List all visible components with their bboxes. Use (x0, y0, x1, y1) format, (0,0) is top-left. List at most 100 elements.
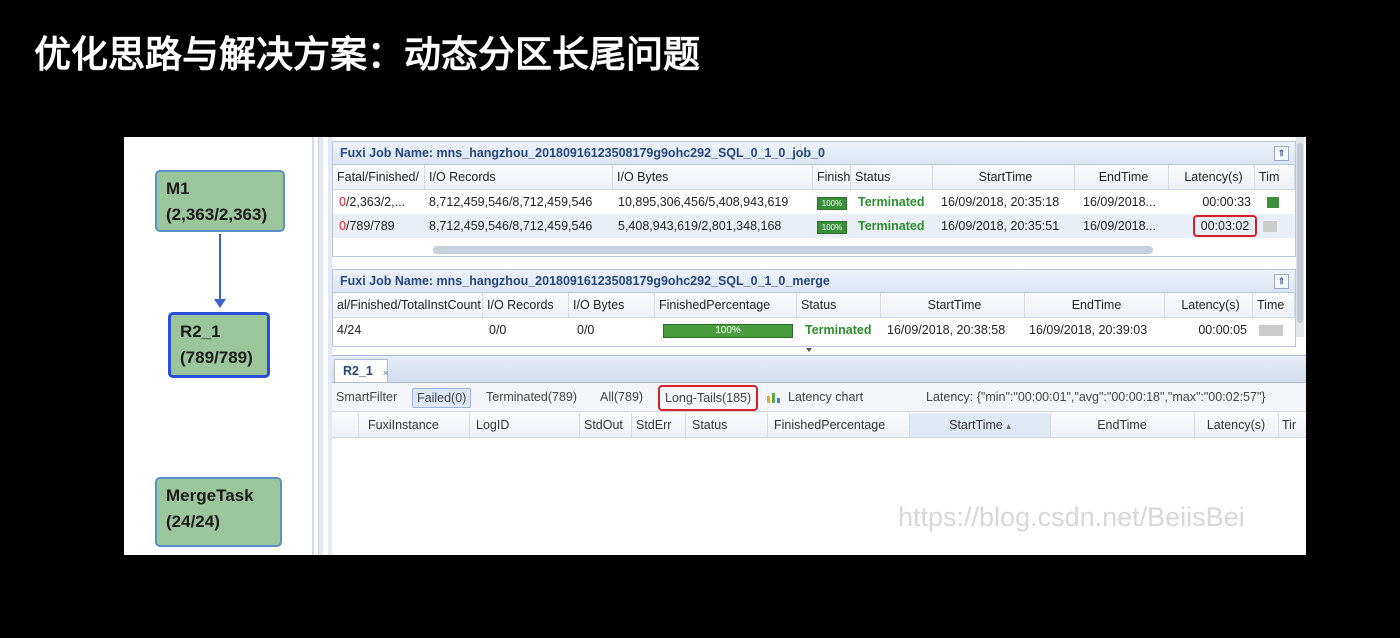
col-header[interactable]: Latency(s) (1169, 165, 1255, 189)
io-bytes: 5,408,943,619/2,801,348,168 (618, 219, 782, 233)
filter-smart[interactable]: SmartFilter (336, 383, 397, 411)
time-bar (1267, 197, 1279, 208)
col-header[interactable]: EndTime (1075, 165, 1169, 189)
col-header[interactable]: StartTime (933, 165, 1075, 189)
sort-asc-icon: ▴ (1006, 421, 1011, 431)
panel-divider (312, 137, 314, 555)
node-name: R2_1 (180, 322, 221, 341)
dag-node-mergetask[interactable]: MergeTask (24/24) (155, 477, 282, 547)
finish-progress: 100% (817, 221, 847, 234)
job-panel-merge: Fuxi Job Name: mns_hangzhou_201809161235… (332, 269, 1296, 347)
status: Terminated (805, 323, 872, 337)
col-header[interactable]: FuxiInstance (358, 413, 470, 437)
latency-summary: Latency: {"min":"00:00:01","avg":"00:00:… (926, 390, 1266, 404)
col-header[interactable]: Fatal/Finished/ (333, 165, 425, 189)
node-count: (24/24) (166, 512, 220, 531)
filter-all[interactable]: All(789) (600, 383, 643, 411)
instance-grid-header: FuxiInstance LogID StdOut StdErr Status … (328, 413, 1306, 438)
col-header[interactable]: StdOut (580, 413, 632, 437)
filter-longtails[interactable]: Long-Tails(185) (658, 385, 759, 411)
task-tab-strip: R2_1 × (328, 355, 1306, 383)
tab-label: R2_1 (343, 364, 373, 378)
time-bar (1259, 325, 1283, 336)
latency: 00:00:33 (1202, 195, 1251, 209)
col-header[interactable]: FinishedPercentage (768, 413, 910, 437)
content-gutter (328, 137, 332, 555)
horizontal-scrollbar[interactable] (433, 246, 1153, 254)
filter-failed[interactable]: Failed(0) (412, 388, 472, 408)
col-header[interactable]: Finish (813, 165, 851, 189)
latency-chart-button[interactable]: Latency chart (788, 383, 863, 411)
io-records: 8,712,459,546/8,712,459,546 (429, 219, 593, 233)
col-header[interactable]: EndTime (1050, 413, 1195, 437)
node-name: MergeTask (166, 486, 254, 505)
col-header[interactable]: Tim (1255, 165, 1295, 189)
finished-count: /789/789 (345, 219, 395, 233)
col-header[interactable]: Latency(s) (1194, 413, 1279, 437)
end-time: 16/09/2018... (1083, 195, 1156, 209)
scrollbar-thumb[interactable] (1297, 143, 1303, 323)
end-time: 16/09/2018, 20:39:03 (1029, 323, 1148, 337)
collapse-icon[interactable]: ⇑ (1274, 274, 1289, 289)
col-header[interactable]: Status (797, 293, 881, 317)
bar-chart-icon (767, 393, 780, 403)
latency-highlight: 00:03:02 (1193, 215, 1257, 237)
job-panel-title: Fuxi Job Name: mns_hangzhou_201809161235… (333, 270, 1295, 293)
splitter-arrow-icon[interactable] (806, 348, 812, 352)
col-header[interactable]: Time (1253, 293, 1295, 317)
col-header[interactable]: I/O Bytes (613, 165, 813, 189)
col-header-sorted[interactable]: StartTime ▴ (910, 413, 1051, 437)
collapse-icon[interactable]: ⇑ (1274, 146, 1289, 161)
col-header[interactable]: StdErr (632, 413, 686, 437)
table-row[interactable]: 4/24 0/0 0/0 100% Terminated 16/09/2018,… (333, 318, 1295, 342)
job-title-text: Fuxi Job Name: mns_hangzhou_201809161235… (340, 274, 830, 288)
dag-graph: M1 (2,363/2,363) R2_1 (789/789) MergeTas… (124, 137, 312, 555)
col-header[interactable]: FinishedPercentage (655, 293, 797, 317)
io-bytes: 10,895,306,456/5,408,943,619 (618, 195, 789, 209)
finished-count: /2,363/2,... (345, 195, 406, 209)
node-count: (2,363/2,363) (166, 205, 268, 224)
io-records: 8,712,459,546/8,712,459,546 (429, 195, 593, 209)
io-records: 0/0 (489, 323, 507, 337)
instance-filter-bar: SmartFilter Failed(0) Terminated(789) Al… (328, 383, 1306, 412)
start-time: 16/09/2018, 20:35:51 (941, 219, 1060, 233)
dag-node-r2-1[interactable]: R2_1 (789/789) (168, 312, 270, 378)
end-time: 16/09/2018... (1083, 219, 1156, 233)
slide-title: 优化思路与解决方案：动态分区长尾问题 (34, 33, 700, 76)
start-time: 16/09/2018, 20:35:18 (941, 195, 1060, 209)
col-header[interactable]: al/Finished/TotalInstCount (333, 293, 483, 317)
fatal-count: 0 (339, 195, 346, 209)
col-header[interactable]: Latency(s) (1165, 293, 1253, 317)
col-header[interactable]: Tir (1278, 413, 1306, 437)
finished-count: 4/24 (337, 323, 362, 337)
status: Terminated (858, 195, 925, 209)
close-icon[interactable]: × (383, 362, 388, 384)
watermark: https://blog.csdn.net/BeiisBei (898, 502, 1245, 532)
panel-splitter[interactable] (318, 137, 323, 555)
col-header[interactable]: LogID (470, 413, 580, 437)
dag-node-m1[interactable]: M1 (2,363/2,363) (155, 170, 285, 232)
filter-terminated[interactable]: Terminated(789) (486, 383, 577, 411)
io-bytes: 0/0 (577, 323, 595, 337)
col-header[interactable]: StartTime (881, 293, 1025, 317)
table-row[interactable]: 0/789/789 8,712,459,546/8,712,459,546 5,… (333, 214, 1295, 238)
fatal-count: 0 (339, 219, 346, 233)
screenshot-panel: M1 (2,363/2,363) R2_1 (789/789) MergeTas… (124, 137, 1306, 555)
node-name: M1 (166, 179, 190, 198)
table-row[interactable]: 0/2,363/2,... 8,712,459,546/8,712,459,54… (333, 190, 1295, 214)
table-header: Fatal/Finished/ I/O Records I/O Bytes Fi… (333, 165, 1295, 190)
tab-r2-1[interactable]: R2_1 × (334, 359, 388, 382)
col-header[interactable]: I/O Records (483, 293, 569, 317)
col-header[interactable]: I/O Records (425, 165, 613, 189)
col-header[interactable]: Status (851, 165, 933, 189)
arrow-head-icon (214, 299, 226, 308)
col-header[interactable]: EndTime (1025, 293, 1165, 317)
latency: 00:00:05 (1198, 323, 1247, 337)
finish-progress: 100% (817, 197, 847, 210)
col-label: StartTime (949, 418, 1003, 432)
job-details: Fuxi Job Name: mns_hangzhou_201809161235… (328, 137, 1306, 555)
job-panel-job0: Fuxi Job Name: mns_hangzhou_201809161235… (332, 141, 1296, 257)
col-header[interactable]: I/O Bytes (569, 293, 655, 317)
status: Terminated (858, 219, 925, 233)
col-header[interactable]: Status (686, 413, 768, 437)
